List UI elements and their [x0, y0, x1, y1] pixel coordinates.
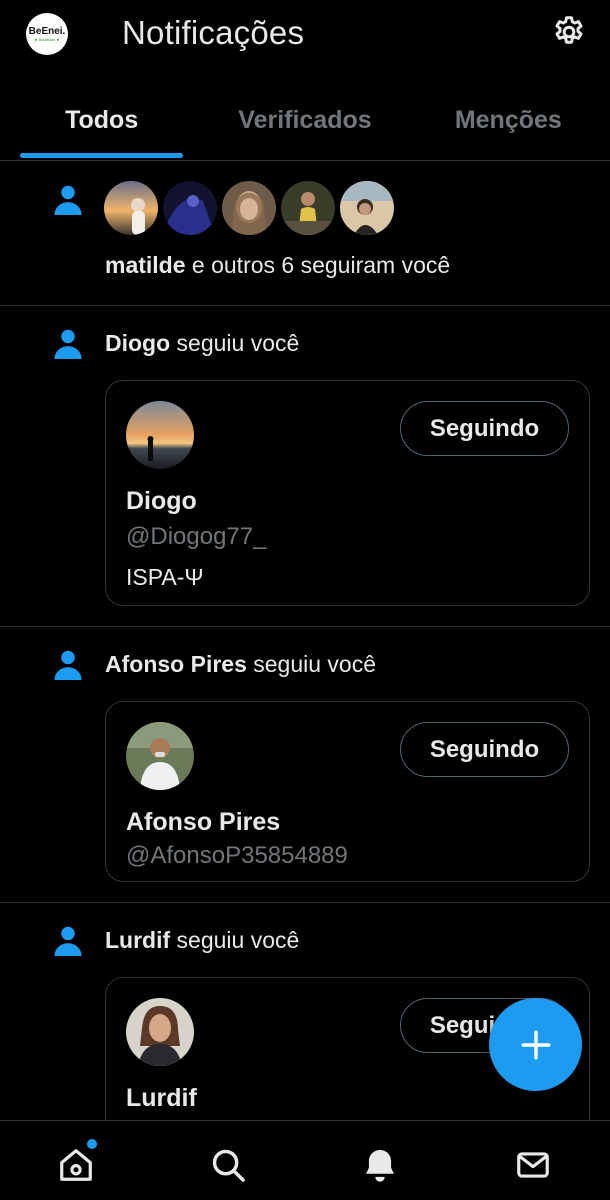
tab-label: Verificados — [238, 106, 372, 134]
user-name: Lurdif — [126, 1084, 197, 1112]
avatar[interactable] — [126, 998, 194, 1066]
search-icon — [212, 1149, 245, 1182]
user-handle: @AfonsoP35854889 — [126, 842, 348, 869]
nav-home[interactable] — [54, 1143, 98, 1187]
notification-tabs: Todos Verificados Menções — [0, 88, 610, 161]
notification-text: Diogo seguiu você — [105, 330, 299, 357]
user-name: Afonso Pires — [126, 808, 281, 836]
notification-action: e outros 6 seguiram você — [185, 252, 451, 278]
avatar[interactable] — [340, 181, 394, 235]
user-handle: @Diogog77_ — [126, 523, 267, 550]
notification-action: seguiu você — [246, 651, 377, 677]
tab-mencoes[interactable]: Menções — [407, 88, 610, 160]
person-icon — [54, 185, 82, 215]
account-brand: BeEnei. — [28, 26, 66, 37]
avatar[interactable] — [126, 401, 194, 469]
person-icon — [54, 926, 82, 956]
home-icon — [60, 1149, 92, 1181]
notification-follow[interactable]: Afonso Pires seguiu você Seguindo Afonso… — [0, 627, 610, 903]
follower-name: matilde — [105, 252, 186, 278]
tab-label: Menções — [454, 106, 562, 134]
page-title: Notificações — [122, 14, 305, 51]
plus-icon — [521, 1030, 550, 1059]
nav-messages[interactable] — [511, 1143, 555, 1187]
avatar[interactable] — [222, 181, 276, 235]
notification-text: matilde e outros 6 seguiram você — [105, 252, 450, 279]
notification-follow[interactable]: Diogo seguiu você Seguindo Diogo @Diogog… — [0, 306, 610, 627]
user-card[interactable]: Seguindo Afonso Pires @AfonsoP35854889 — [105, 701, 590, 882]
user-name: Diogo — [126, 487, 197, 515]
header: BeEnei. ★ Anúncios ★ Notificações — [0, 0, 610, 70]
mail-icon — [517, 1152, 549, 1178]
user-card[interactable]: Seguindo Diogo @Diogog77_ ISPA-Ψ — [105, 380, 590, 606]
bottom-nav — [0, 1120, 610, 1200]
notification-text: Afonso Pires seguiu você — [105, 651, 376, 678]
nav-search[interactable] — [206, 1143, 250, 1187]
settings-button[interactable] — [549, 12, 589, 52]
home-unread-dot — [87, 1139, 97, 1149]
following-button[interactable]: Seguindo — [400, 722, 569, 777]
follower-name: Afonso Pires — [105, 651, 247, 677]
avatar[interactable] — [126, 722, 194, 790]
follower-name: Lurdif — [105, 927, 171, 953]
notification-action: seguiu você — [170, 330, 300, 356]
tab-todos[interactable]: Todos — [0, 88, 203, 160]
account-avatar[interactable]: BeEnei. ★ Anúncios ★ — [26, 13, 68, 55]
follower-name: Diogo — [105, 330, 171, 356]
user-bio: ISPA-Ψ — [126, 564, 204, 590]
notification-action: seguiu você — [170, 927, 300, 953]
follower-avatars — [104, 181, 394, 235]
avatar[interactable] — [281, 181, 335, 235]
person-icon — [54, 650, 82, 680]
bell-icon — [366, 1149, 394, 1182]
avatar[interactable] — [163, 181, 217, 235]
avatar[interactable] — [104, 181, 158, 235]
tab-label: Todos — [65, 106, 139, 134]
settings-icon — [555, 16, 583, 44]
nav-notifications[interactable] — [358, 1143, 402, 1187]
person-icon — [54, 329, 82, 359]
notification-text: Lurdif seguiu você — [105, 927, 299, 954]
compose-button[interactable] — [489, 998, 582, 1091]
account-sub: ★ Anúncios ★ — [34, 37, 60, 42]
tab-verificados[interactable]: Verificados — [203, 88, 406, 160]
following-button[interactable]: Seguindo — [400, 401, 569, 456]
active-tab-indicator — [20, 153, 183, 158]
